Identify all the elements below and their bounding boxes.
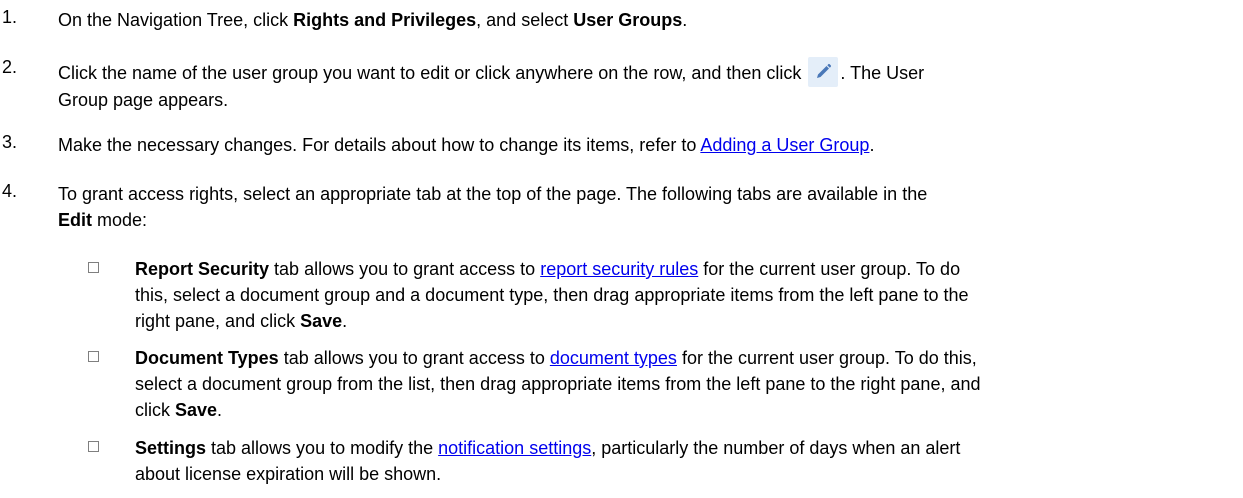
link-document-types[interactable]: document types <box>550 348 677 368</box>
tab-document-types: Document Types <box>135 348 279 368</box>
save-label: Save <box>175 400 218 420</box>
list-item-text: Document Types tab allows you to grant a… <box>135 348 981 420</box>
nav-item-user-groups: User Groups <box>573 10 683 30</box>
list-item-text: Report Security tab allows you to grant … <box>135 259 969 331</box>
square-bullet-icon <box>88 262 99 273</box>
square-bullet-icon <box>88 351 99 362</box>
tab-settings: Settings <box>135 438 207 458</box>
step-text: To grant access rights, select an approp… <box>58 184 928 230</box>
step-number: 4. <box>2 181 18 201</box>
edit-button[interactable] <box>808 57 839 87</box>
square-bullet-icon <box>88 441 99 452</box>
step-text: Make the necessary changes. For details … <box>58 135 875 155</box>
link-report-security-rules[interactable]: report security rules <box>540 259 698 279</box>
step-number: 2. <box>2 57 18 77</box>
nav-item-rights-and-privileges: Rights and Privileges <box>293 10 477 30</box>
pencil-icon <box>817 63 832 78</box>
link-adding-a-user-group[interactable]: Adding a User Group <box>700 135 869 155</box>
step-number: 3. <box>2 132 18 152</box>
step-text: Click the name of the user group you wan… <box>58 57 1233 113</box>
list-item-text: Settings tab allows you to modify the no… <box>135 438 961 484</box>
link-notification-settings[interactable]: notification settings <box>438 438 591 458</box>
save-label: Save <box>300 311 343 331</box>
tab-report-security: Report Security <box>135 259 270 279</box>
step-text: On the Navigation Tree, click Rights and… <box>58 10 688 30</box>
step-number: 1. <box>2 7 18 27</box>
mode-edit: Edit <box>58 210 92 230</box>
